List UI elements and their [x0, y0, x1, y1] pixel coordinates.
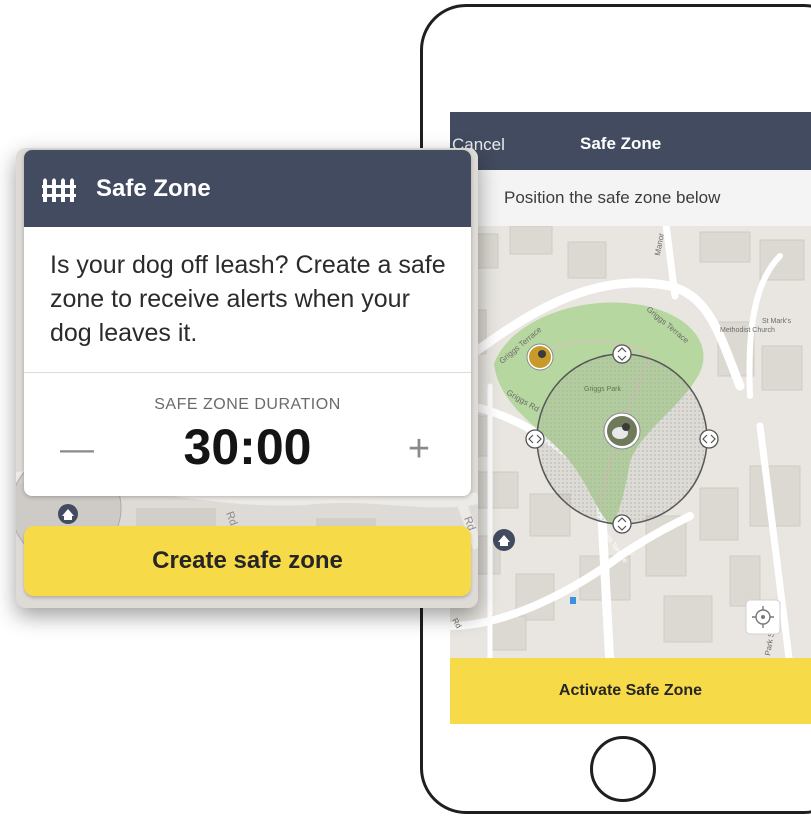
fence-icon: [42, 178, 76, 202]
nav-title: Safe Zone: [580, 134, 662, 153]
increase-duration-button[interactable]: +: [400, 430, 438, 468]
place-label: St Mark's: [762, 318, 791, 325]
create-safe-zone-button[interactable]: Create safe zone: [24, 526, 471, 596]
dog-avatar-center[interactable]: [603, 412, 641, 450]
instruction-text: Position the safe zone below: [504, 188, 721, 207]
place-label: Methodist Church: [720, 327, 775, 334]
card-home-pin-icon: [58, 504, 78, 524]
nav-bar: Cancel Safe Zone: [450, 112, 811, 170]
transit-marker: [570, 597, 576, 604]
safe-zone-card: Safe Zone Is your dog off leash? Create …: [24, 150, 471, 496]
card-title: Safe Zone: [96, 175, 211, 202]
resize-handle-bottom[interactable]: [612, 514, 632, 534]
instruction-bar: Position the safe zone below: [450, 170, 811, 227]
resize-handle-left[interactable]: [525, 429, 545, 449]
home-pin-icon[interactable]: [493, 529, 515, 551]
card-description: Is your dog off leash? Create a safe zon…: [50, 251, 446, 347]
card-header: Safe Zone: [24, 150, 471, 227]
dog-avatar-small[interactable]: [526, 343, 554, 371]
home-button[interactable]: [590, 736, 656, 802]
resize-handle-top[interactable]: [612, 344, 632, 364]
duration-label: SAFE ZONE DURATION: [154, 396, 341, 413]
phone-screen: Cancel Safe Zone Position the safe zone …: [450, 112, 811, 724]
resize-handle-right[interactable]: [699, 429, 719, 449]
park-label: Griggs Park: [584, 386, 621, 393]
decrease-duration-button[interactable]: —: [58, 430, 96, 468]
locate-button[interactable]: [745, 599, 781, 635]
divider: [24, 372, 471, 373]
map-view[interactable]: Griggs Terrace Griggs Terrace Griggs Rd …: [450, 226, 811, 658]
activate-safe-zone-button[interactable]: Activate Safe Zone: [450, 658, 811, 724]
